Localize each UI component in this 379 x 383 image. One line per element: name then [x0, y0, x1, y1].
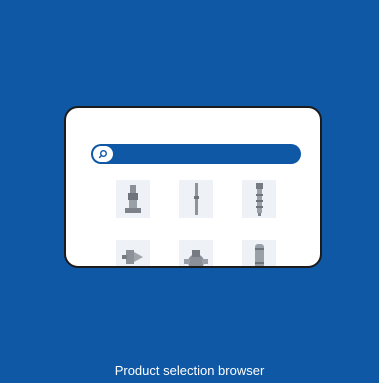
vertical-inline-pump-icon: [116, 180, 150, 218]
browser-window-illustration: [64, 106, 322, 268]
submersible-pump-icon: [242, 240, 276, 266]
end-suction-pump-icon: [179, 240, 213, 266]
multistage-borehole-pump-icon: [242, 180, 276, 218]
product-thumbnail-grid: [116, 180, 276, 266]
slim-shaft-pump-icon: [179, 180, 213, 218]
search-icon: [93, 146, 113, 162]
tile-caption: Product selection browser: [114, 363, 265, 378]
centrifugal-pump-icon: [116, 240, 150, 266]
product-browser-tile[interactable]: Product selection browser: [0, 0, 379, 383]
search-bar: [91, 144, 301, 164]
